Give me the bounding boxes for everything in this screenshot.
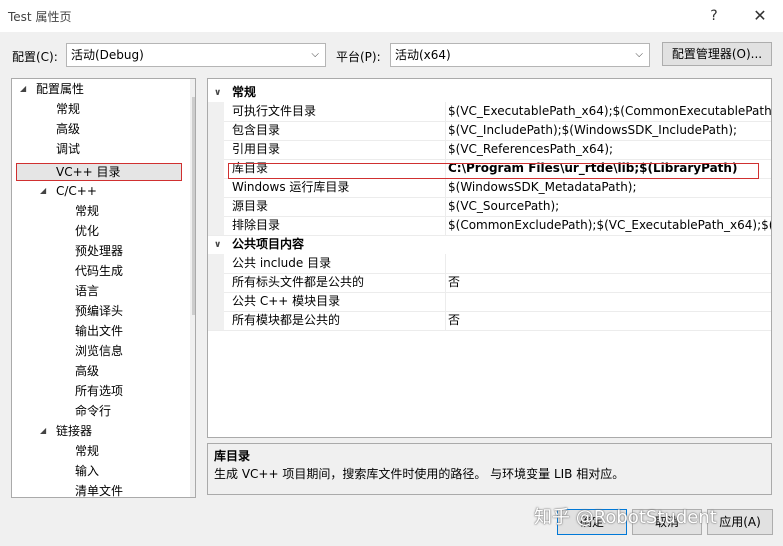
tree-item-config-properties[interactable]: 配置属性 (36, 79, 84, 99)
tree-item-cpp-language[interactable]: 语言 (75, 281, 99, 301)
expand-triangle-icon[interactable]: ◢ (40, 181, 46, 201)
property-name: 源目录 (232, 199, 269, 213)
tree-item-cpp[interactable]: C/C++ (56, 181, 97, 201)
tree-item-cpp-general[interactable]: 常规 (75, 201, 99, 221)
config-label: 配置(C): (12, 50, 58, 64)
tree-item-cpp-browse-info[interactable]: 浏览信息 (75, 341, 123, 361)
watermark-text: 知乎 @RobotStudent (534, 507, 717, 528)
property-row-all-headers-public[interactable]: 所有标头文件都是公共的 否 (208, 273, 771, 293)
collapse-chevron-icon[interactable]: ∨ (214, 83, 221, 103)
tree-scrollbar[interactable]: ▲ ▼ (190, 79, 196, 497)
property-row-source-dirs[interactable]: 源目录 $(VC_SourcePath); (208, 197, 771, 217)
tree-item-general[interactable]: 常规 (56, 99, 80, 119)
chevron-down-icon: ⌵ (635, 49, 643, 60)
scrollbar-thumb[interactable] (192, 97, 195, 315)
section-title: 公共项目内容 (232, 237, 305, 251)
property-value[interactable]: 否 (447, 311, 460, 329)
close-button[interactable]: ✕ (742, 4, 778, 28)
description-text: 生成 VC++ 项目期间，搜索库文件时使用的路径。 与环境变量 LIB 相对应。 (214, 467, 625, 481)
expand-triangle-icon[interactable]: ◢ (20, 79, 26, 99)
window-title: Test 属性页 (8, 10, 72, 24)
property-value[interactable]: $(CommonExcludePath);$(VC_ExecutablePath… (447, 216, 771, 234)
config-select[interactable]: 活动(Debug) ⌵ (66, 43, 326, 67)
property-name: Windows 运行库目录 (232, 180, 350, 194)
config-select-value: 活动(Debug) (71, 48, 144, 62)
description-title: 库目录 (214, 449, 251, 463)
property-name: 排除目录 (232, 218, 281, 232)
tree-item-advanced[interactable]: 高级 (56, 119, 80, 139)
property-name: 可执行文件目录 (232, 104, 317, 118)
help-button[interactable]: ? (700, 4, 728, 28)
chevron-down-icon: ⌵ (311, 49, 319, 60)
tree-item-cpp-all-options[interactable]: 所有选项 (75, 381, 123, 401)
property-name: 引用目录 (232, 142, 281, 156)
section-header-general[interactable]: ∨ 常规 (208, 83, 771, 102)
property-value[interactable]: $(VC_IncludePath);$(WindowsSDK_IncludePa… (447, 121, 737, 139)
scroll-down-arrow-icon[interactable]: ▼ (190, 481, 196, 497)
platform-label: 平台(P): (336, 50, 381, 64)
tree-item-cpp-optimization[interactable]: 优化 (75, 221, 99, 241)
property-row-winrt-dirs[interactable]: Windows 运行库目录 $(WindowsSDK_MetadataPath)… (208, 178, 771, 198)
title-bar: Test 属性页 ? ✕ (0, 0, 783, 32)
tree-item-debugging[interactable]: 调试 (56, 139, 80, 159)
property-name: 所有模块都是公共的 (232, 313, 341, 327)
section-title: 常规 (232, 85, 257, 99)
property-row-reference-dirs[interactable]: 引用目录 $(VC_ReferencesPath_x64); (208, 140, 771, 160)
tree-item-cpp-output-files[interactable]: 输出文件 (75, 321, 123, 341)
platform-select-value: 活动(x64) (395, 48, 451, 62)
description-pane: 库目录 生成 VC++ 项目期间，搜索库文件时使用的路径。 与环境变量 LIB … (207, 443, 772, 495)
property-row-executable-dirs[interactable]: 可执行文件目录 $(VC_ExecutablePath_x64);$(Commo… (208, 102, 771, 122)
property-row-public-include[interactable]: 公共 include 目录 (208, 254, 771, 274)
property-name: 公共 C++ 模块目录 (232, 294, 341, 308)
tree-item-linker-general[interactable]: 常规 (75, 441, 99, 461)
tree-item-cpp-precompiled-headers[interactable]: 预编译头 (75, 301, 123, 321)
tree-item-cpp-codegen[interactable]: 代码生成 (75, 261, 123, 281)
expand-triangle-icon[interactable]: ◢ (40, 421, 46, 441)
property-name: 所有标头文件都是公共的 (232, 275, 365, 289)
property-value[interactable]: $(VC_SourcePath); (447, 197, 559, 215)
property-row-public-module-dirs[interactable]: 公共 C++ 模块目录 (208, 292, 771, 312)
section-header-public-content[interactable]: ∨ 公共项目内容 (208, 235, 771, 254)
tree-item-vc-directories[interactable]: VC++ 目录 (56, 162, 121, 182)
property-row-exclude-dirs[interactable]: 排除目录 $(CommonExcludePath);$(VC_Executabl… (208, 216, 771, 236)
property-grid: ∨ 常规 可执行文件目录 $(VC_ExecutablePath_x64);$(… (207, 78, 772, 438)
property-value[interactable]: 否 (447, 273, 460, 291)
property-row-include-dirs[interactable]: 包含目录 $(VC_IncludePath);$(WindowsSDK_Incl… (208, 121, 771, 141)
property-tree: ◢ 配置属性 常规 高级 调试 VC++ 目录 ◢ C/C++ 常规 优化 预处… (11, 78, 196, 498)
tree-item-cpp-advanced[interactable]: 高级 (75, 361, 99, 381)
config-manager-button[interactable]: 配置管理器(O)... (662, 42, 772, 66)
property-value[interactable]: $(WindowsSDK_MetadataPath); (447, 178, 637, 196)
collapse-chevron-icon[interactable]: ∨ (214, 235, 221, 255)
property-name: 公共 include 目录 (232, 256, 332, 270)
platform-select[interactable]: 活动(x64) ⌵ (390, 43, 650, 67)
tree-item-linker-input[interactable]: 输入 (75, 461, 99, 481)
tree-item-cpp-command-line[interactable]: 命令行 (75, 401, 111, 421)
library-dirs-highlight (228, 163, 759, 179)
tree-item-linker[interactable]: 链接器 (56, 421, 92, 441)
property-value[interactable]: $(VC_ReferencesPath_x64); (447, 140, 613, 158)
tree-item-linker-manifest[interactable]: 清单文件 (75, 481, 123, 497)
scroll-up-arrow-icon[interactable]: ▲ (190, 79, 196, 95)
tree-item-cpp-preprocessor[interactable]: 预处理器 (75, 241, 123, 261)
property-name: 包含目录 (232, 123, 281, 137)
property-value[interactable]: $(VC_ExecutablePath_x64);$(CommonExecuta… (447, 102, 771, 120)
property-row-all-modules-public[interactable]: 所有模块都是公共的 否 (208, 311, 771, 331)
